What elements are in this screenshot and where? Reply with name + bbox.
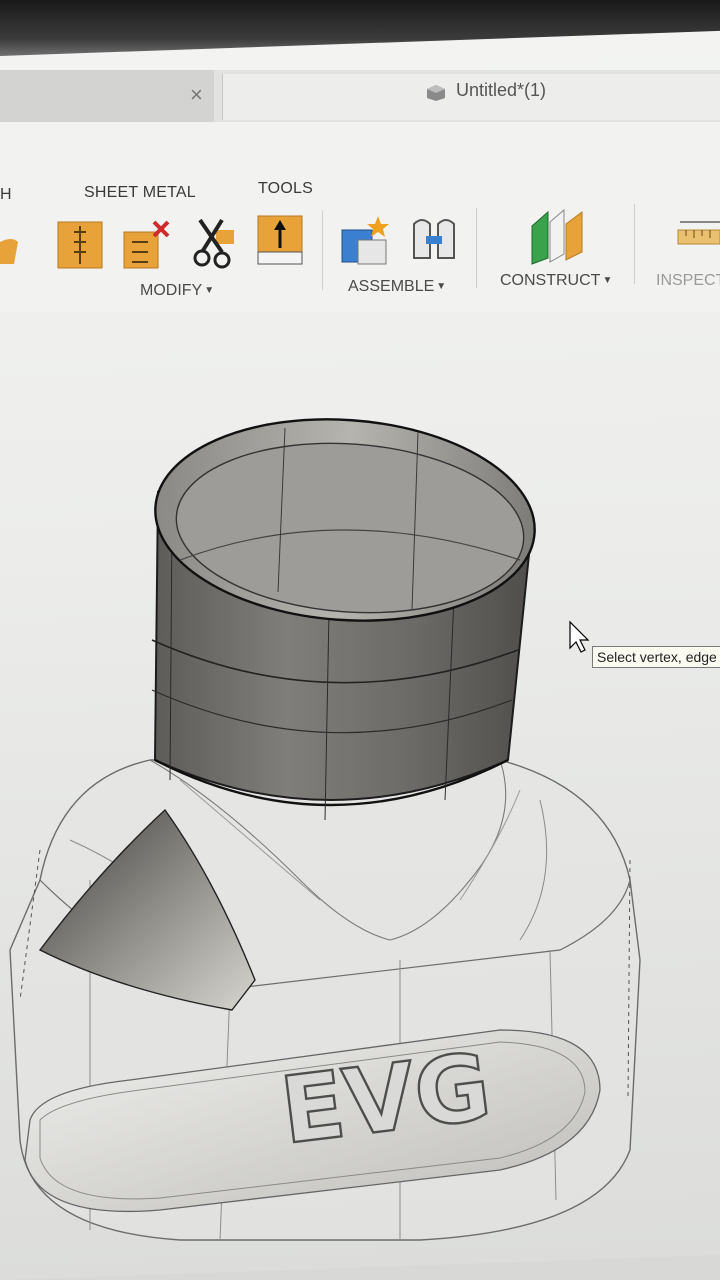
- chevron-down-icon: ▼: [436, 281, 447, 293]
- tab-sheet-metal[interactable]: SHEET METAL: [84, 184, 196, 202]
- tab-bar: × Untitled*(1): [0, 70, 720, 122]
- measure-icon[interactable]: [676, 218, 720, 248]
- document-cube-icon: [427, 85, 445, 101]
- tab-previous-document[interactable]: [0, 70, 214, 122]
- tab-partial[interactable]: H: [0, 186, 12, 204]
- cylinder-body[interactable]: [148, 407, 541, 821]
- base-body[interactable]: [9, 759, 641, 1241]
- close-icon[interactable]: ×: [190, 82, 203, 108]
- group-divider: [476, 208, 477, 288]
- joint-icon[interactable]: [408, 214, 462, 264]
- inspect-menu[interactable]: INSPECT: [656, 272, 720, 290]
- modify-label: MODIFY: [140, 282, 203, 299]
- selection-tooltip: Select vertex, edge: [592, 646, 720, 668]
- group-divider: [634, 204, 635, 284]
- modify-menu[interactable]: MODIFY ▼: [140, 282, 214, 300]
- ribbon-toolbar: H SHEET METAL TOOLS MODIFY ▼ ASSEMBLE ▼ …: [0, 122, 720, 312]
- construct-menu[interactable]: CONSTRUCT ▼: [500, 272, 612, 290]
- assemble-menu[interactable]: ASSEMBLE ▼: [348, 278, 446, 296]
- group-divider: [322, 210, 323, 290]
- construct-label: CONSTRUCT: [500, 272, 601, 289]
- assemble-label: ASSEMBLE: [348, 278, 435, 295]
- new-component-icon[interactable]: [340, 214, 390, 266]
- push-up-icon[interactable]: [256, 214, 304, 266]
- chevron-down-icon: ▼: [204, 285, 215, 297]
- press-pull-icon[interactable]: [56, 220, 104, 270]
- mouse-pointer-icon: [569, 620, 590, 653]
- chevron-down-icon: ▼: [602, 275, 613, 287]
- model-viewport[interactable]: EVG: [0, 300, 720, 1280]
- inspect-label: INSPECT: [656, 272, 720, 289]
- tab-tools[interactable]: TOOLS: [258, 180, 313, 198]
- document-title: Untitled*(1): [456, 80, 547, 100]
- flange-tool-icon[interactable]: [0, 222, 20, 268]
- offset-plane-icon[interactable]: [526, 208, 586, 266]
- unfold-delete-icon[interactable]: [122, 220, 172, 270]
- scissors-icon[interactable]: [192, 218, 238, 270]
